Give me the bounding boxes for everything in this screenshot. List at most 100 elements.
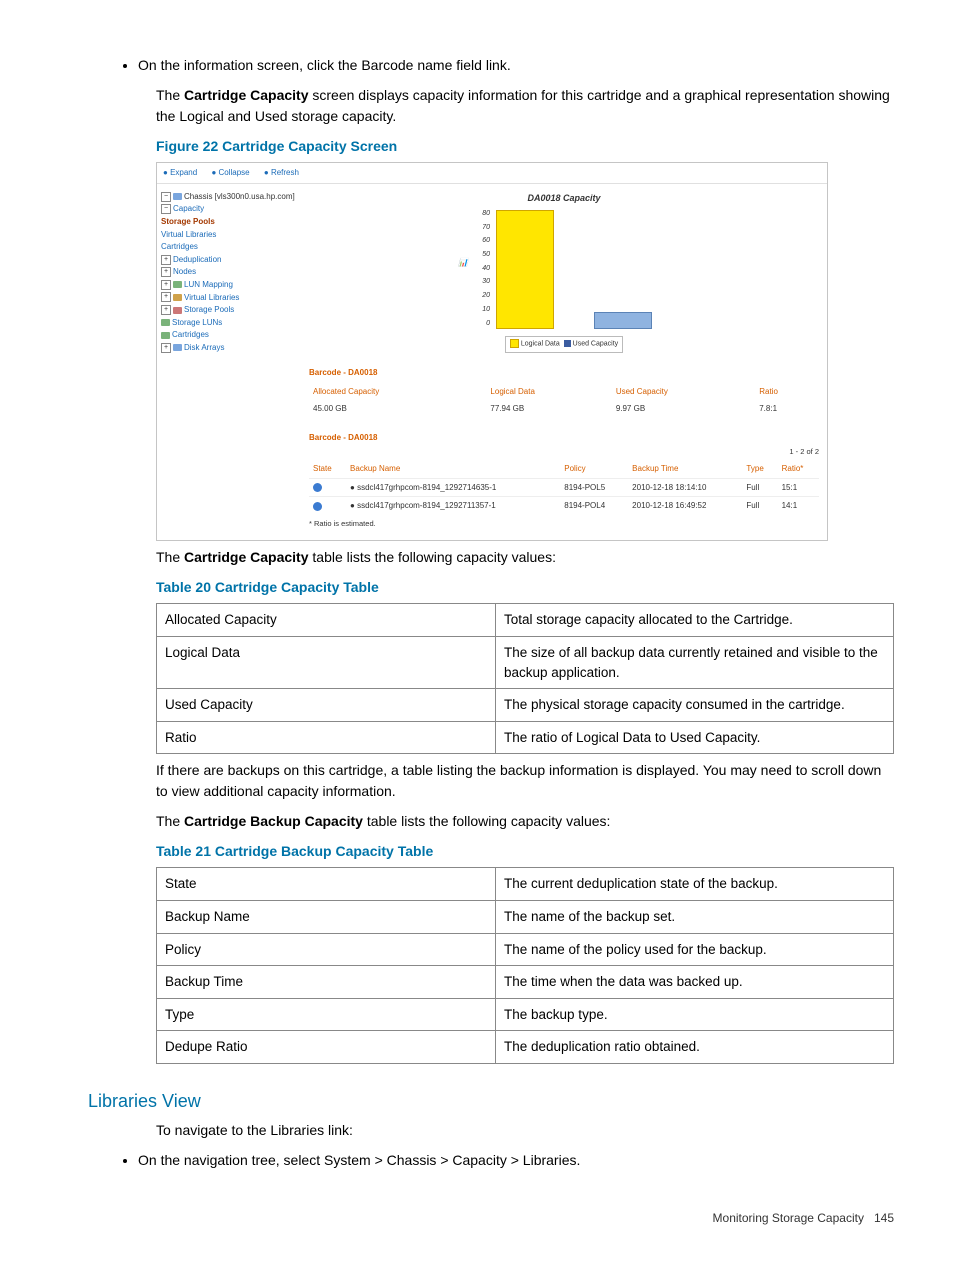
cell: 2010-12-18 18:14:10 xyxy=(628,478,742,497)
cell: Dedupe Ratio xyxy=(157,1031,496,1064)
cell: 7.8:1 xyxy=(755,400,819,418)
tree-node[interactable]: Virtual Libraries xyxy=(161,229,299,241)
tree-node[interactable]: −Chassis [vls300n0.usa.hp.com] xyxy=(161,191,299,203)
table-row: Backup NameThe name of the backup set. xyxy=(157,900,894,933)
status-dot-icon xyxy=(313,483,322,492)
col-header: Type xyxy=(742,460,777,478)
bullet-item: On the navigation tree, select System > … xyxy=(138,1150,894,1170)
table-row: Used CapacityThe physical storage capaci… xyxy=(157,689,894,722)
state-cell xyxy=(309,478,346,497)
cell: 9.97 GB xyxy=(612,400,755,418)
screenshot-main: DA0018 Capacity 📊 80706050403020100 Logi… xyxy=(303,184,827,540)
cell: 45.00 GB xyxy=(309,400,486,418)
table-row[interactable]: ● ssdcl417grhpcom-8194_1292714635-1 8194… xyxy=(309,478,819,497)
backup-table: State Backup Name Policy Backup Time Typ… xyxy=(309,460,819,515)
tree-node[interactable]: +Virtual Libraries xyxy=(161,292,299,304)
text: The xyxy=(156,549,184,565)
cell: The physical storage capacity consumed i… xyxy=(496,689,894,722)
section-heading: Libraries View xyxy=(88,1088,894,1114)
cell: Backup Name xyxy=(157,900,496,933)
bar-used xyxy=(594,312,652,329)
state-cell xyxy=(309,497,346,515)
table-row: PolicyThe name of the policy used for th… xyxy=(157,933,894,966)
bold-text: Cartridge Capacity xyxy=(184,87,308,103)
col-header: State xyxy=(309,460,346,478)
cell: The name of the backup set. xyxy=(496,900,894,933)
paragraph: The Cartridge Capacity table lists the f… xyxy=(156,547,894,567)
backup-name-link[interactable]: ● ssdcl417grhpcom-8194_1292711357-1 xyxy=(346,497,560,515)
cell: Ratio xyxy=(157,721,496,754)
refresh-link[interactable]: ● Refresh xyxy=(264,168,305,177)
nav-tree[interactable]: −Chassis [vls300n0.usa.hp.com] −Capacity… xyxy=(157,184,303,540)
tree-node[interactable]: +Nodes xyxy=(161,266,299,278)
expand-link[interactable]: ● Expand xyxy=(163,168,203,177)
cell: 2010-12-18 16:49:52 xyxy=(628,497,742,515)
collapse-label: Collapse xyxy=(219,168,250,177)
cell: Used Capacity xyxy=(157,689,496,722)
table-row: Logical DataThe size of all backup data … xyxy=(157,636,894,688)
tree-node[interactable]: +Disk Arrays xyxy=(161,342,299,354)
tree-node[interactable]: Cartridges xyxy=(161,329,299,341)
cell: 8194-POL5 xyxy=(560,478,628,497)
footnote: * Ratio is estimated. xyxy=(309,519,819,530)
text: The xyxy=(156,813,184,829)
table-caption: Table 21 Cartridge Backup Capacity Table xyxy=(156,841,894,861)
col-header: Backup Time xyxy=(628,460,742,478)
tree-node-selected[interactable]: Storage Pools xyxy=(161,216,299,228)
bold-text: Cartridge Capacity xyxy=(184,549,308,565)
tree-label: Virtual Libraries xyxy=(161,230,216,239)
bar-chart: 📊 80706050403020100 xyxy=(464,209,664,329)
table-row: Dedupe RatioThe deduplication ratio obta… xyxy=(157,1031,894,1064)
footer-label: Monitoring Storage Capacity xyxy=(713,1211,864,1225)
col-header: Logical Data xyxy=(486,383,611,401)
swatch-icon xyxy=(564,340,571,347)
screenshot-figure: ● Expand ● Collapse ● Refresh −Chassis [… xyxy=(156,162,828,541)
chart-legend: Logical Data Used Capacity xyxy=(505,336,623,352)
cell: Allocated Capacity xyxy=(157,604,496,637)
pager-text: 1 - 2 of 2 xyxy=(309,447,819,458)
table-row[interactable]: ● ssdcl417grhpcom-8194_1292711357-1 8194… xyxy=(309,497,819,515)
col-header: Ratio xyxy=(755,383,819,401)
col-header: Backup Name xyxy=(346,460,560,478)
bullet-item: On the information screen, click the Bar… xyxy=(138,55,894,75)
bold-text: Cartridge Backup Capacity xyxy=(184,813,363,829)
tree-node[interactable]: −Capacity xyxy=(161,203,299,215)
cell: Type xyxy=(157,998,496,1031)
table-row: RatioThe ratio of Logical Data to Used C… xyxy=(157,721,894,754)
tree-label: Cartridges xyxy=(161,242,198,251)
cell: Backup Time xyxy=(157,966,496,999)
cell: ssdcl417grhpcom-8194_1292711357-1 xyxy=(357,501,496,510)
cell: The ratio of Logical Data to Used Capaci… xyxy=(496,721,894,754)
section-subhead: Barcode - DA0018 xyxy=(309,367,819,379)
cell: The name of the policy used for the back… xyxy=(496,933,894,966)
tree-node[interactable]: Cartridges xyxy=(161,241,299,253)
tree-label: Disk Arrays xyxy=(184,343,224,352)
tree-node[interactable]: +Deduplication xyxy=(161,254,299,266)
tree-node[interactable]: +LUN Mapping xyxy=(161,279,299,291)
screenshot-toolbar: ● Expand ● Collapse ● Refresh xyxy=(157,163,827,184)
chart-area: DA0018 Capacity 📊 80706050403020100 Logi… xyxy=(309,192,819,353)
tree-label: Deduplication xyxy=(173,255,221,264)
swatch-icon xyxy=(510,339,519,348)
col-header: Used Capacity xyxy=(612,383,755,401)
cell: 77.94 GB xyxy=(486,400,611,418)
cell: 15:1 xyxy=(778,478,819,497)
backup-name-link[interactable]: ● ssdcl417grhpcom-8194_1292714635-1 xyxy=(346,478,560,497)
text: table lists the following capacity value… xyxy=(363,813,610,829)
text: table lists the following capacity value… xyxy=(309,549,556,565)
tree-node[interactable]: +Storage Pools xyxy=(161,304,299,316)
capacity-summary-table: Allocated Capacity Logical Data Used Cap… xyxy=(309,383,819,418)
col-header: Policy xyxy=(560,460,628,478)
cell: The time when the data was backed up. xyxy=(496,966,894,999)
bullet-list: On the information screen, click the Bar… xyxy=(88,55,894,75)
tree-label: Storage LUNs xyxy=(172,318,222,327)
tree-label: LUN Mapping xyxy=(184,280,233,289)
tree-node[interactable]: Storage LUNs xyxy=(161,317,299,329)
page-footer: Monitoring Storage Capacity 145 xyxy=(88,1210,894,1227)
table-row: TypeThe backup type. xyxy=(157,998,894,1031)
col-header: Allocated Capacity xyxy=(309,383,486,401)
bar-logical xyxy=(496,210,554,329)
collapse-link[interactable]: ● Collapse xyxy=(211,168,255,177)
paragraph: If there are backups on this cartridge, … xyxy=(156,760,894,801)
y-tick-labels: 80706050403020100 xyxy=(474,209,490,329)
